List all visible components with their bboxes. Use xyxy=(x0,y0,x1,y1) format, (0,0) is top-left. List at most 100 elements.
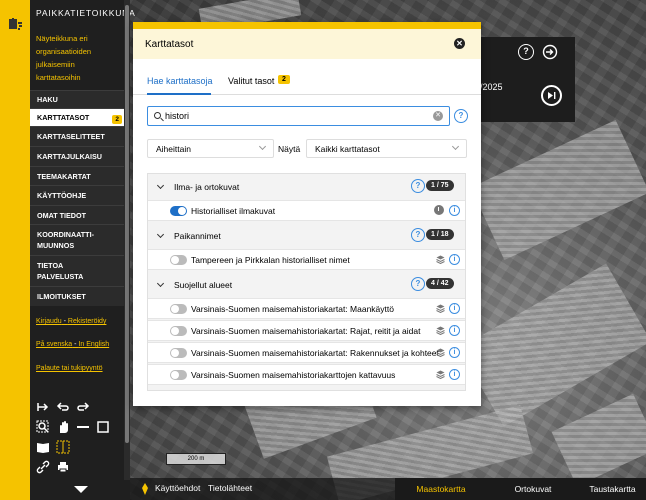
layer-group-suojellut-alueet[interactable]: Suojellut alueet ? 4 / 42 xyxy=(148,272,465,298)
link-icon[interactable] xyxy=(36,460,50,474)
redo-icon[interactable] xyxy=(76,400,90,414)
brand-title: PAIKKATIETOIKKUNA xyxy=(36,8,136,18)
info-icon[interactable]: i xyxy=(449,325,460,336)
nav-item-karttajulkaisu[interactable]: KARTTAJULKAISU xyxy=(30,146,124,166)
tab-selected-layers[interactable]: Valitut tasot xyxy=(228,76,274,86)
layer-row[interactable]: Varsinais-Suomen maisemahistoriakartat: … xyxy=(148,298,465,319)
group-count-badge: 4 / 42 xyxy=(426,278,454,289)
group-help-icon[interactable]: ? xyxy=(411,228,425,242)
grouping-select[interactable]: Aiheittain xyxy=(147,139,274,158)
search-icon xyxy=(154,112,161,119)
grouping-select-value: Aiheittain xyxy=(156,144,191,154)
nav-item-tietoa-palvelusta[interactable]: TIETOA PALVELUSTA xyxy=(30,255,124,286)
register-link[interactable]: Rekisteröidy xyxy=(68,318,107,325)
nav-item-ilmoitukset[interactable]: ILMOITUKSET xyxy=(30,286,124,306)
layer-row[interactable]: Varsinais-Suomen maisemahistoriakartat: … xyxy=(148,320,465,341)
sidebar-scrollbar[interactable] xyxy=(124,0,130,480)
play-icon xyxy=(548,92,556,99)
dialog-title: Karttatasot xyxy=(145,38,194,50)
layer-group-name: Suojellut alueet xyxy=(174,280,233,290)
layer-search-box[interactable]: ✕ xyxy=(147,106,450,126)
info-icon[interactable]: i xyxy=(449,369,460,380)
layer-filter-select[interactable]: Kaikki karttatasot xyxy=(306,139,467,158)
clock-icon xyxy=(434,205,444,215)
layer-toggle[interactable] xyxy=(170,206,187,216)
tab-search-layers[interactable]: Hae karttatasoja xyxy=(147,76,213,86)
nav-item-label: TEEMAKARTAT xyxy=(37,171,91,181)
clear-search-icon[interactable]: ✕ xyxy=(433,111,443,121)
feedback-link[interactable]: Palaute tai tukipyyntö xyxy=(36,365,103,372)
dialog-accent-bar xyxy=(133,22,481,29)
nav-item-omat-tiedot[interactable]: OMAT TIEDOT xyxy=(30,205,124,224)
map-provider-logo-icon xyxy=(142,483,148,495)
map-bottom-bar: Käyttöehdot Tietolähteet Maastokartta Or… xyxy=(130,478,646,500)
pan-hand-icon[interactable] xyxy=(56,420,70,434)
group-help-icon[interactable]: ? xyxy=(411,179,425,193)
login-icon[interactable] xyxy=(542,44,558,60)
book-icon[interactable] xyxy=(36,440,50,454)
layers-icon xyxy=(436,326,445,335)
sources-link[interactable]: Tietolähteet xyxy=(208,483,252,493)
info-icon[interactable]: i xyxy=(449,205,460,216)
basemap-ortokuvat[interactable]: Ortokuvat xyxy=(487,478,579,500)
layer-groups-list: Ilma- ja ortokuvat ? 1 / 75 Historiallis… xyxy=(147,173,466,391)
nav-item-karttatasot[interactable]: KARTTATASOT 2 xyxy=(30,108,124,126)
nav-item-label: HAKU xyxy=(37,95,58,104)
dialog-header: Karttatasot ✕ xyxy=(133,29,481,59)
info-icon[interactable]: i xyxy=(449,303,460,314)
login-link[interactable]: Kirjaudu xyxy=(36,318,62,325)
layer-row[interactable]: Tampereen ja Pirkkalan historialliset ni… xyxy=(148,249,465,270)
nav-item-koordinaattimuunnos[interactable]: KOORDINAATTI- MUUNNOS xyxy=(30,224,124,255)
chevron-down-icon xyxy=(74,486,88,493)
zoom-box-icon[interactable] xyxy=(36,420,50,434)
layer-toggle[interactable] xyxy=(170,348,187,358)
measure-line-icon[interactable] xyxy=(76,420,90,434)
info-icon[interactable]: i xyxy=(449,347,460,358)
layer-toggle[interactable] xyxy=(170,326,187,336)
search-help-icon[interactable]: ? xyxy=(454,109,468,123)
layer-row[interactable]: Varsinais-Suomen maisemahistoriakarttoje… xyxy=(148,364,465,385)
help-icon[interactable]: ? xyxy=(518,44,534,60)
layer-group-paikannimet[interactable]: Paikannimet ? 1 / 18 xyxy=(148,223,465,249)
terms-link[interactable]: Käyttöehdot xyxy=(155,483,200,493)
collapse-menu-button[interactable] xyxy=(30,480,130,500)
english-link[interactable]: In English xyxy=(78,341,109,348)
layer-toggle[interactable] xyxy=(170,370,187,380)
nav-item-haku[interactable]: HAKU xyxy=(30,90,124,108)
measure-area-icon[interactable] xyxy=(96,420,110,434)
layer-search-input[interactable] xyxy=(165,109,425,123)
nav-item-label: OMAT TIEDOT xyxy=(37,210,86,220)
info-icon[interactable]: i xyxy=(449,254,460,265)
select-area-icon[interactable] xyxy=(56,440,70,454)
layer-toggle[interactable] xyxy=(170,304,187,314)
timeline-play-button[interactable] xyxy=(541,85,562,106)
reset-view-icon[interactable] xyxy=(36,400,50,414)
layer-group-ilma-ja-ortokuvat[interactable]: Ilma- ja ortokuvat ? 1 / 75 xyxy=(148,174,465,200)
basemap-taustakartta[interactable]: Taustakartta xyxy=(579,478,646,500)
nav-item-karttaselitteet[interactable]: KARTTASELITTEET xyxy=(30,126,124,146)
swedish-link[interactable]: På svenska xyxy=(36,341,72,348)
paikkatietoikkuna-logo-icon xyxy=(9,18,22,30)
layer-group-name: Paikannimet xyxy=(174,231,221,241)
nav-item-label: KÄYTTÖOHJE xyxy=(37,191,87,200)
active-tab-indicator xyxy=(147,93,211,95)
nav-item-label: KARTTASELITTEET xyxy=(37,132,105,141)
nav-item-label: KOORDINAATTI- MUUNNOS xyxy=(37,230,94,250)
layer-row[interactable]: Historialliset ilmakuvat i xyxy=(148,200,465,221)
layer-toggle[interactable] xyxy=(170,255,187,265)
nav-item-label: TIETOA PALVELUSTA xyxy=(37,261,84,281)
layers-icon xyxy=(436,348,445,357)
nav-item-label: KARTTATASOT xyxy=(37,113,90,122)
undo-icon[interactable] xyxy=(56,400,70,414)
basemap-maastokartta[interactable]: Maastokartta xyxy=(395,478,487,500)
show-label: Näytä xyxy=(278,144,301,154)
layer-name: Tampereen ja Pirkkalan historialliset ni… xyxy=(191,255,350,265)
nav-badge: 2 xyxy=(112,115,122,124)
group-help-icon[interactable]: ? xyxy=(411,277,425,291)
close-icon[interactable]: ✕ xyxy=(454,38,465,49)
print-icon[interactable] xyxy=(56,460,70,474)
scrollbar-thumb[interactable] xyxy=(125,5,129,443)
nav-item-kayttoohje[interactable]: KÄYTTÖOHJE xyxy=(30,185,124,205)
layer-row[interactable]: Varsinais-Suomen maisemahistoriakartat: … xyxy=(148,342,465,363)
nav-item-teemakartat[interactable]: TEEMAKARTAT xyxy=(30,166,124,185)
